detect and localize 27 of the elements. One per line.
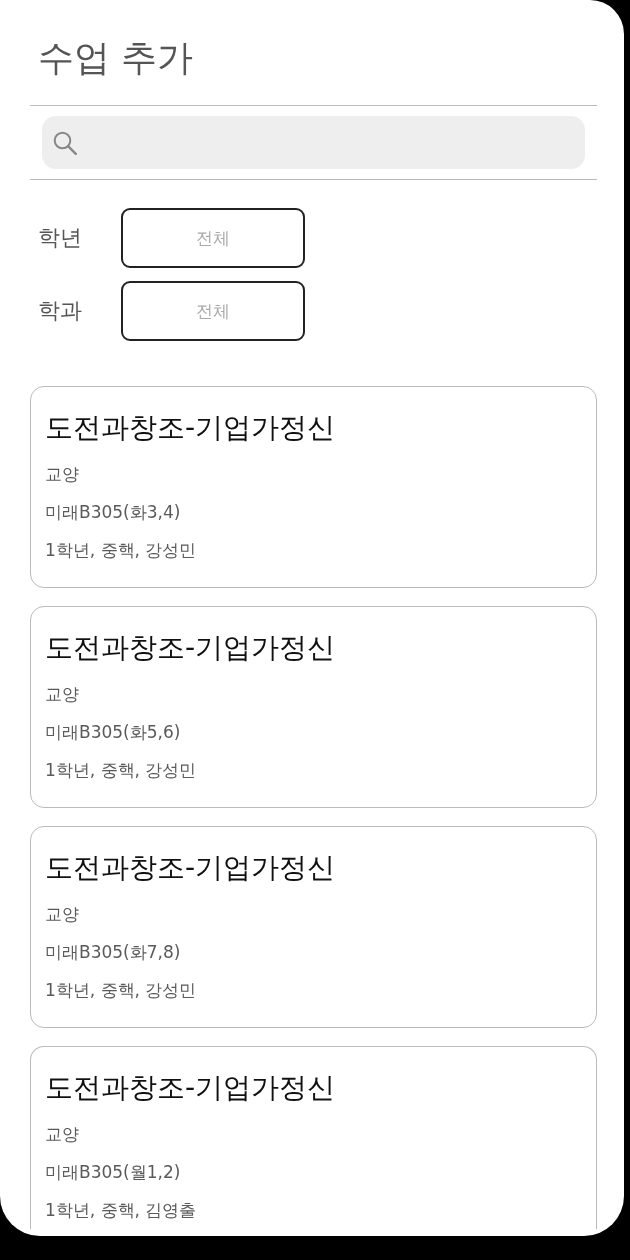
- course-info: 1학년, 중핵, 김영출: [45, 1199, 198, 1222]
- course-category: 교양: [45, 903, 80, 926]
- filter-label: 학년: [38, 224, 83, 252]
- filter-label: 학과: [38, 297, 83, 325]
- course-title: 도전과창조-기업가정신: [45, 850, 337, 886]
- course-location: 미래B305(화7,8): [45, 941, 182, 964]
- course-title: 도전과창조-기업가정신: [45, 1070, 337, 1106]
- filter-field[interactable]: 전체: [121, 281, 305, 341]
- course-info: 1학년, 중핵, 강성민: [45, 539, 198, 562]
- course-location: 미래B305(화5,6): [45, 721, 182, 744]
- course-title: 도전과창조-기업가정신: [45, 630, 337, 666]
- course-card[interactable]: 도전과창조-기업가정신 교양 미래B305(월1,2) 1학년, 중핵, 김영출: [30, 1046, 597, 1229]
- search-field[interactable]: [42, 116, 585, 169]
- course-card[interactable]: 도전과창조-기업가정신 교양 미래B305(화3,4) 1학년, 중핵, 강성민: [30, 386, 597, 588]
- course-location: 미래B305(월1,2): [45, 1161, 182, 1184]
- course-category: 교양: [45, 1123, 80, 1146]
- search-icon: [53, 130, 77, 155]
- course-category: 교양: [45, 683, 80, 706]
- filter-field[interactable]: 전체: [121, 208, 305, 268]
- screen-title: 수업 추가: [38, 36, 195, 80]
- course-location: 미래B305(화3,4): [45, 501, 182, 524]
- course-title: 도전과창조-기업가정신: [45, 410, 337, 446]
- course-card[interactable]: 도전과창조-기업가정신 교양 미래B305(화5,6) 1학년, 중핵, 강성민: [30, 606, 597, 808]
- course-card[interactable]: 도전과창조-기업가정신 교양 미래B305(화7,8) 1학년, 중핵, 강성민: [30, 826, 597, 1028]
- course-info: 1학년, 중핵, 강성민: [45, 759, 198, 782]
- course-category: 교양: [45, 463, 80, 486]
- course-info: 1학년, 중핵, 강성민: [45, 979, 198, 1002]
